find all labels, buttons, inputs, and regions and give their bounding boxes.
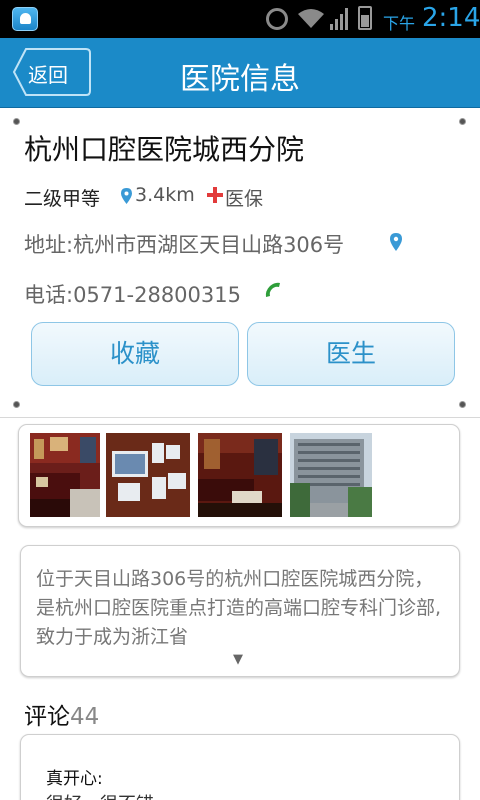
comments-count: 44 — [70, 704, 100, 730]
corner-dot — [13, 118, 20, 125]
corner-dot — [459, 118, 466, 125]
status-time: 2:14 — [422, 3, 480, 33]
hospital-phone[interactable]: 电话:0571-28800315 — [24, 279, 241, 309]
title-bar: 返回 医院信息 — [0, 38, 480, 108]
favorite-button[interactable]: 收藏 — [31, 322, 239, 386]
hospital-name: 杭州口腔医院城西分院 — [24, 133, 305, 166]
status-bar: 下午 2:14 — [0, 0, 480, 38]
battery-icon — [358, 6, 372, 30]
comments-heading: 评论44 — [24, 697, 99, 731]
insurance-label: 医保 — [225, 188, 264, 210]
gallery-photo-building[interactable] — [290, 433, 372, 517]
expand-description-icon[interactable]: ▼ — [233, 652, 243, 667]
signal-icon — [330, 8, 348, 30]
hospital-level: 二级甲等 — [24, 188, 101, 210]
comment-text: 很好，很不错 — [46, 790, 154, 800]
gallery-photo-frames[interactable] — [106, 433, 190, 517]
gallery-photo-lounge[interactable] — [30, 433, 100, 517]
comment-user: 真开心: — [46, 769, 103, 789]
alarm-icon — [266, 8, 288, 30]
phone-call-icon[interactable] — [263, 281, 283, 301]
hospital-distance: 3.4km — [135, 184, 195, 206]
doctors-button[interactable]: 医生 — [247, 322, 455, 386]
gallery-photo-sofa[interactable] — [198, 433, 282, 517]
status-ampm: 下午 — [383, 14, 416, 33]
comments-title: 评论 — [24, 704, 70, 730]
corner-dot — [13, 401, 20, 408]
page-title: 医院信息 — [180, 62, 300, 97]
hospital-address[interactable]: 地址:杭州市西湖区天目山路306号 — [24, 229, 344, 259]
map-pin-icon[interactable] — [390, 233, 402, 251]
wifi-icon — [298, 9, 324, 28]
app-notification-icon — [12, 7, 38, 31]
hospital-description: 位于天目山路306号的杭州口腔医院城西分院，是杭州口腔医院重点打造的高端口腔专科… — [36, 568, 442, 648]
corner-dot — [459, 401, 466, 408]
divider — [0, 417, 480, 418]
